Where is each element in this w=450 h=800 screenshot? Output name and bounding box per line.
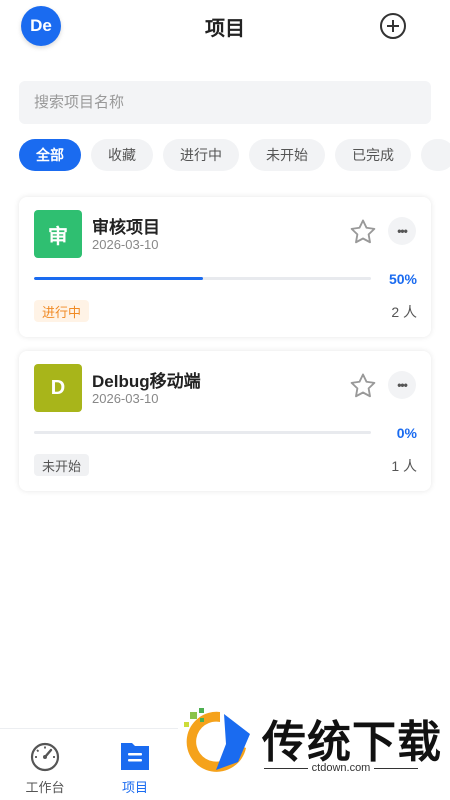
project-name: Delbug移动端	[92, 372, 201, 391]
filter-tabs: 全部 收藏 进行中 未开始 已完成	[19, 139, 450, 171]
tabbar-item-workbench[interactable]: 工作台	[0, 729, 90, 800]
more-icon[interactable]: •••	[388, 217, 416, 245]
project-date: 2026-03-10	[92, 237, 159, 252]
project-card[interactable]: D Delbug移动端 2026-03-10 ••• 0% 未开始 1 人	[19, 351, 431, 491]
progress-bar	[34, 277, 371, 280]
project-icon: D	[34, 364, 82, 412]
tabbar-label: 工作台	[25, 780, 65, 795]
brand-logo-icon	[184, 708, 250, 772]
member-count: 2 人	[391, 304, 417, 320]
top-bar: De 项目	[0, 0, 450, 52]
search-input[interactable]	[19, 81, 431, 124]
project-card[interactable]: 审 审核项目 2026-03-10 ••• 50% 进行中 2 人	[19, 197, 431, 337]
tab-more[interactable]	[421, 139, 450, 171]
status-badge: 进行中	[34, 300, 90, 322]
dashboard-gauge-icon	[30, 742, 60, 772]
tab-completed[interactable]: 已完成	[335, 139, 411, 171]
page-title: 项目	[205, 17, 245, 40]
member-count: 1 人	[391, 458, 417, 474]
tabbar-item-projects[interactable]: 项目	[90, 729, 180, 800]
tabbar-label: 项目	[121, 780, 148, 795]
project-date: 2026-03-10	[92, 391, 159, 406]
tab-all[interactable]: 全部	[19, 139, 81, 171]
tab-favorites[interactable]: 收藏	[91, 139, 153, 171]
tab-in-progress[interactable]: 进行中	[163, 139, 239, 171]
document-icon	[121, 743, 149, 770]
project-icon: 审	[34, 210, 82, 258]
progress-percent: 50%	[388, 271, 417, 287]
project-name: 审核项目	[92, 218, 160, 237]
progress-bar	[34, 431, 371, 434]
plus-circle-icon[interactable]	[380, 13, 406, 39]
star-icon[interactable]	[348, 217, 378, 247]
tab-not-started[interactable]: 未开始	[249, 139, 325, 171]
star-icon[interactable]	[348, 371, 378, 401]
progress-percent: 0%	[396, 425, 417, 441]
watermark-url: ctdown.com	[264, 762, 418, 774]
more-icon[interactable]: •••	[388, 371, 416, 399]
watermark: 传统下载 ctdown.com	[178, 700, 450, 780]
avatar[interactable]: De	[21, 6, 61, 46]
progress-fill	[34, 277, 203, 280]
status-badge: 未开始	[34, 454, 90, 476]
watermark-text: 传统下载	[262, 717, 442, 768]
